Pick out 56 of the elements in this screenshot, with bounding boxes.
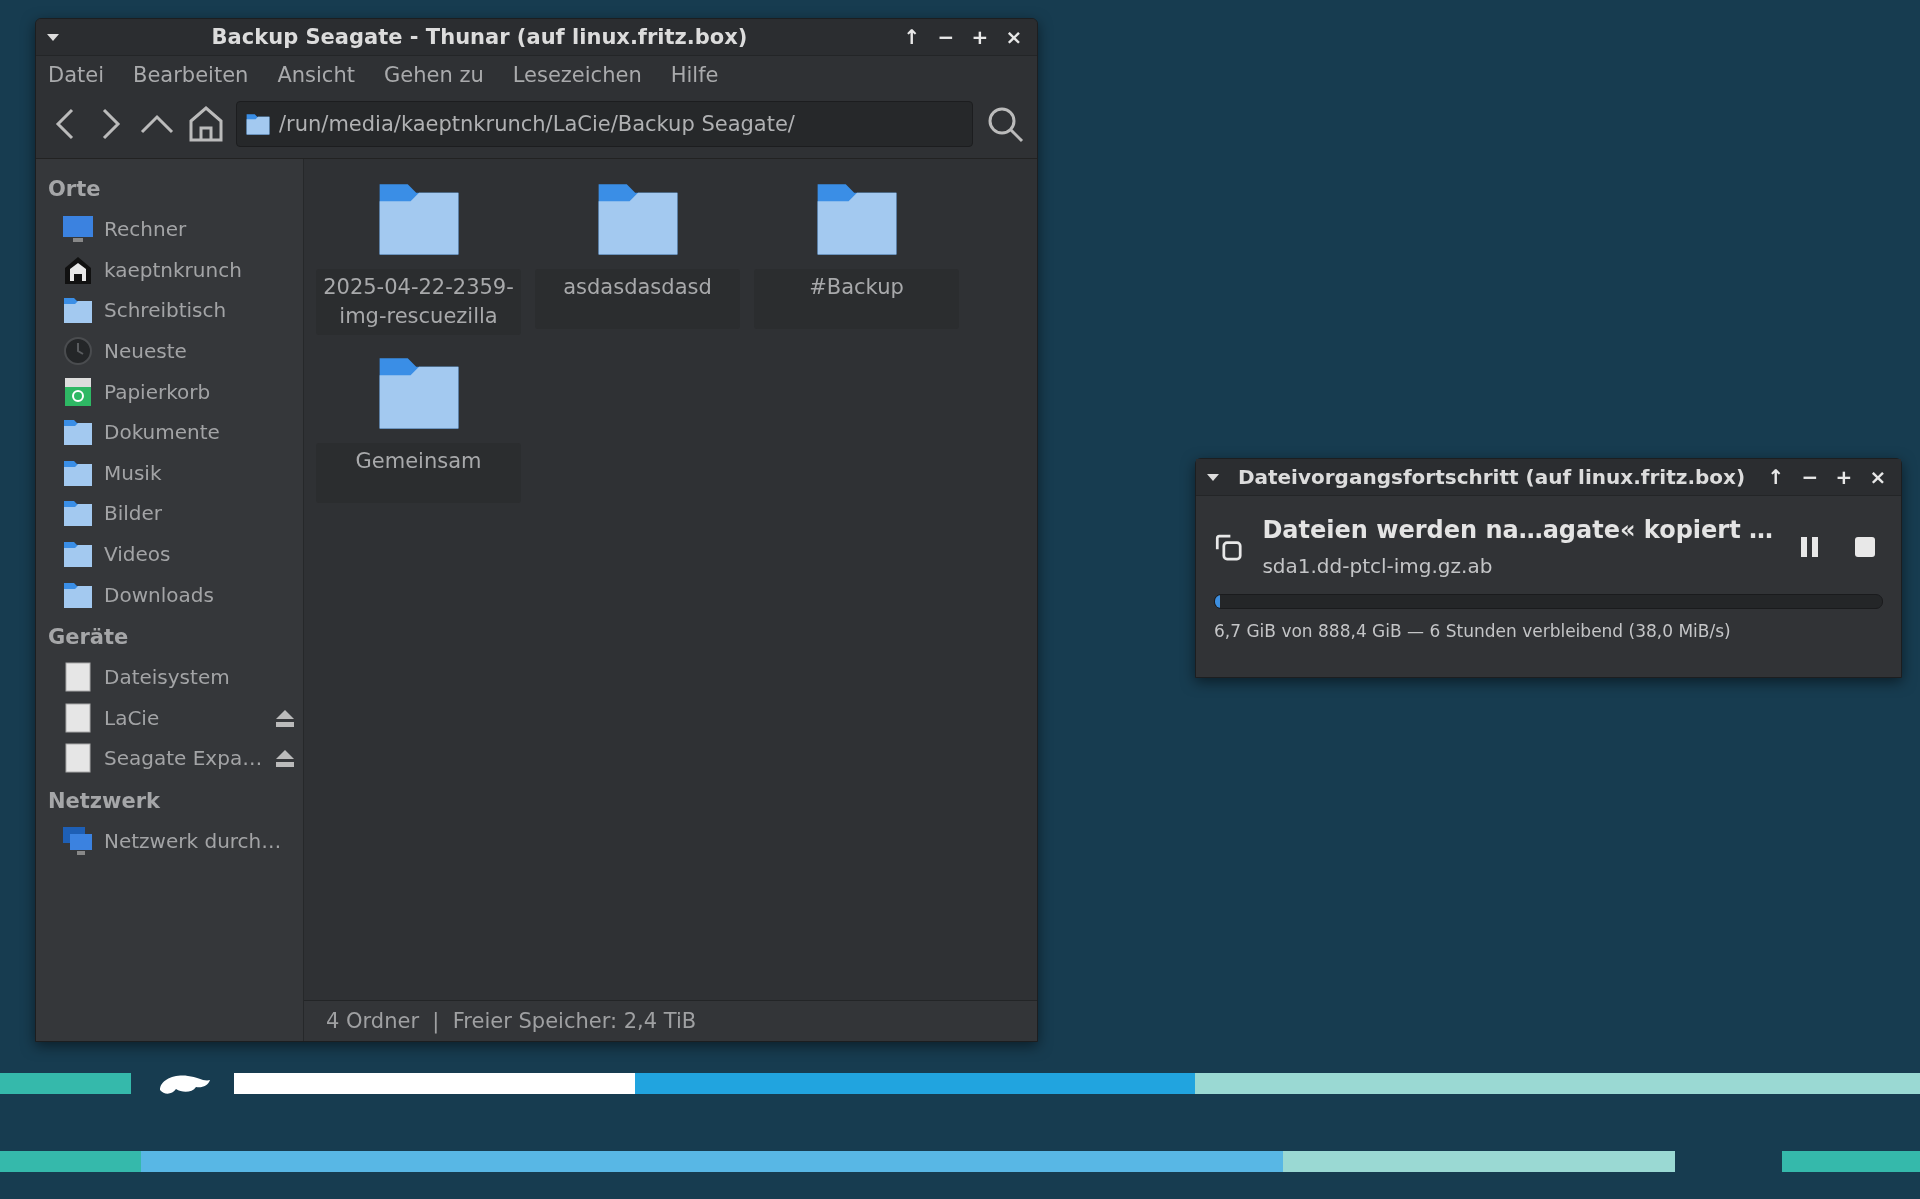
- folder-name[interactable]: #Backup: [754, 269, 959, 329]
- clock-icon: [62, 335, 94, 368]
- menu-item[interactable]: Gehen zu: [383, 63, 484, 87]
- window-control-button[interactable]: +: [967, 25, 993, 49]
- eject-icon[interactable]: [275, 748, 295, 769]
- folder-name[interactable]: asdasdasdasd: [535, 269, 740, 329]
- sidebar-item[interactable]: Downloads: [104, 582, 295, 607]
- home-icon[interactable]: [188, 105, 224, 143]
- sidebar-section-title: Geräte: [47, 623, 130, 651]
- window-title: Backup Seagate - Thunar (auf linux.fritz.box): [210, 25, 749, 49]
- menu-arrow-icon[interactable]: [46, 32, 60, 42]
- menu-item[interactable]: Lesezeichen: [512, 63, 642, 87]
- sidebar-item[interactable]: Rechner: [104, 217, 295, 242]
- operation-heading: Dateien werden na…agate« kopiert …: [1262, 516, 1773, 544]
- sidebar-item[interactable]: Dateisystem: [104, 665, 295, 690]
- menu-item[interactable]: Ansicht: [277, 63, 355, 87]
- trash-icon: [62, 375, 94, 408]
- path-field[interactable]: /run/media/kaeptnkrunch/LaCie/Backup Seagate/: [236, 101, 973, 147]
- sidebar-item[interactable]: kaeptnkrunch: [104, 257, 295, 282]
- pause-icon: [1799, 535, 1821, 559]
- sidebar-item[interactable]: Videos: [104, 542, 295, 567]
- drive-icon: [62, 661, 94, 694]
- sidebar-item[interactable]: LaCie: [104, 705, 265, 730]
- sidebar-item[interactable]: Netzwerk durch…: [104, 829, 295, 853]
- file-name: sda1.dd-ptcl-img.gz.ab: [1262, 554, 1494, 578]
- window-control-button[interactable]: ↑: [899, 25, 925, 49]
- folder-name[interactable]: Gemeinsam: [316, 443, 521, 503]
- sidebar-section-title: Netzwerk: [47, 787, 162, 815]
- sidebar-item[interactable]: Schreibtisch: [104, 298, 295, 323]
- status-bar: 4 Ordner | Freier Speicher: 2,4 TiB: [304, 1000, 1037, 1041]
- stop-icon: [1853, 535, 1877, 559]
- drive-icon: [62, 742, 94, 775]
- window-control-button[interactable]: ×: [1001, 25, 1027, 49]
- menu-item[interactable]: Datei: [48, 63, 105, 87]
- window-control-button[interactable]: ×: [1865, 465, 1891, 489]
- eject-icon[interactable]: [275, 707, 295, 728]
- drive-icon: [62, 701, 94, 734]
- folder-name[interactable]: 2025-04-22-2359-img-rescuezilla: [316, 269, 521, 335]
- menu-item[interactable]: Bearbeiten: [133, 63, 249, 87]
- folder-icon: [245, 111, 271, 137]
- window-control-button[interactable]: −: [1797, 465, 1823, 489]
- window-title: Dateivorgangsfortschritt (auf linux.fritz.box): [1236, 465, 1747, 489]
- sidebar-item[interactable]: Bilder: [104, 501, 295, 526]
- sidebar-section-title: Orte: [47, 176, 102, 203]
- sidebar-item[interactable]: Papierkorb: [104, 379, 295, 404]
- progress-status: 6,7 GiB von 888,4 GiB — 6 Stunden verbleibend (38,0 MiB/s): [1213, 620, 1732, 643]
- window-control-button[interactable]: −: [933, 25, 959, 49]
- window-control-button[interactable]: ↑: [1763, 465, 1789, 489]
- sidebar-item[interactable]: Neueste: [104, 339, 295, 364]
- menu-item[interactable]: Hilfe: [670, 63, 719, 87]
- network-icon: [62, 825, 94, 857]
- sidebar-item[interactable]: Musik: [104, 460, 295, 485]
- menu-arrow-icon[interactable]: [1206, 472, 1220, 482]
- sidebar-item[interactable]: Dokumente: [104, 420, 295, 445]
- window-control-button[interactable]: +: [1831, 465, 1857, 489]
- sidebar-item[interactable]: Seagate Expa…: [104, 746, 265, 771]
